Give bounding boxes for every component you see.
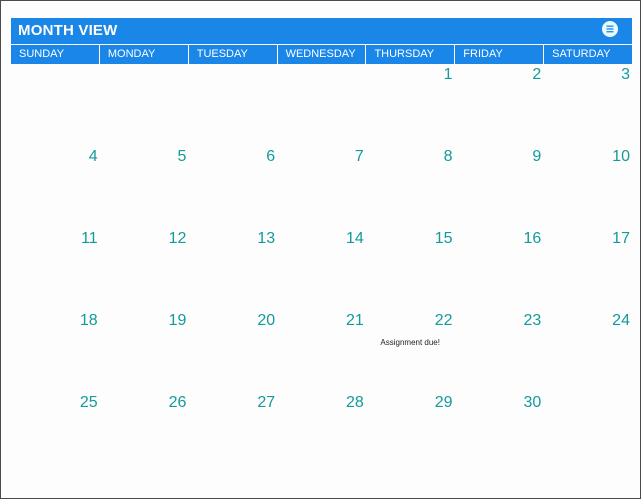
day-number: 10 [612, 148, 630, 165]
day-cell[interactable]: 16 [455, 228, 544, 310]
day-cell[interactable]: 25 [11, 392, 100, 474]
day-number: 25 [79, 394, 98, 411]
day-cell[interactable]: 17 [543, 228, 632, 310]
day-cell[interactable]: 20 [188, 310, 277, 392]
day-cell[interactable] [188, 64, 277, 146]
day-cell[interactable] [543, 392, 632, 474]
weekday-header: SUNDAY MONDAY TUESDAY WEDNESDAY THURSDAY… [11, 45, 632, 64]
day-number: 3 [621, 66, 630, 83]
day-number: 16 [523, 230, 542, 247]
day-number: 18 [79, 312, 98, 329]
day-number: 29 [434, 394, 453, 411]
day-number: 1 [443, 66, 453, 83]
weekday-saturday: SATURDAY [543, 45, 632, 64]
day-number: 24 [612, 312, 630, 329]
event-note: Assignment due! [380, 338, 440, 347]
day-cell[interactable]: 24 [543, 310, 632, 392]
day-cell[interactable]: 18 [11, 310, 100, 392]
day-cell[interactable]: 7 [277, 146, 366, 228]
day-cell[interactable]: 15 [366, 228, 455, 310]
day-cell[interactable]: 2 [455, 64, 544, 146]
day-number: 11 [81, 230, 98, 247]
day-cell[interactable]: 6 [188, 146, 277, 228]
day-cell[interactable]: 13 [188, 228, 277, 310]
day-number: 23 [523, 312, 542, 329]
day-number: 26 [168, 394, 187, 411]
day-cell[interactable]: 28 [277, 392, 366, 474]
day-cell[interactable]: 30 [455, 392, 544, 474]
weekday-tuesday: TUESDAY [187, 45, 277, 64]
menu-button[interactable] [602, 21, 618, 37]
day-number: 8 [443, 148, 453, 165]
weekday-wednesday: WEDNESDAY [276, 45, 366, 64]
day-cell[interactable] [11, 64, 100, 146]
day-cell[interactable]: 27 [188, 392, 277, 474]
day-cell[interactable]: 14 [277, 228, 366, 310]
day-number: 30 [523, 394, 542, 411]
weekday-friday: FRIDAY [454, 45, 543, 64]
day-number: 20 [257, 312, 276, 329]
day-cell[interactable]: 19 [100, 310, 189, 392]
day-cell[interactable] [100, 64, 189, 146]
title-bar: MONTH VIEW [11, 18, 632, 44]
day-number: 22 [434, 312, 453, 329]
day-cell[interactable]: 12 [100, 228, 189, 310]
day-number: 27 [257, 394, 276, 411]
day-cell[interactable]: 8 [366, 146, 455, 228]
day-number: 4 [88, 148, 98, 165]
day-number: 7 [354, 148, 364, 165]
day-cell[interactable]: 26 [100, 392, 189, 474]
page-title: MONTH VIEW [18, 22, 118, 39]
day-cell[interactable]: 29 [366, 392, 455, 474]
list-icon [606, 25, 614, 33]
day-number: 28 [346, 394, 364, 411]
day-cell[interactable]: 23 [455, 310, 544, 392]
day-cell[interactable]: 5 [100, 146, 189, 228]
day-cell[interactable] [277, 64, 366, 146]
day-number: 6 [266, 148, 276, 165]
day-number: 14 [346, 230, 364, 247]
calendar-sheet: MONTH VIEW SUNDAY MONDAY TUESDAY WEDNESD… [0, 0, 641, 499]
day-cell[interactable]: 1 [366, 64, 455, 146]
calendar-grid: 1 2 3 4 5 6 7 8 9 10 11 12 13 14 15 16 17 18 19 20 21 22 Assig… [11, 64, 632, 474]
day-cell[interactable]: 21 [277, 310, 366, 392]
weekday-monday: MONDAY [98, 45, 188, 64]
day-number: 21 [346, 312, 364, 329]
day-cell[interactable]: 11 [11, 228, 100, 310]
day-cell[interactable]: 3 [543, 64, 632, 146]
day-number: 17 [612, 230, 630, 247]
day-cell[interactable]: 22 Assignment due! [366, 310, 455, 392]
day-number: 12 [168, 230, 187, 247]
day-number: 13 [257, 230, 276, 247]
day-cell[interactable]: 4 [11, 146, 100, 228]
weekday-sunday: SUNDAY [19, 48, 65, 60]
day-number: 15 [434, 230, 453, 247]
day-number: 2 [532, 66, 542, 83]
day-number: 9 [532, 148, 542, 165]
day-cell[interactable]: 10 [543, 146, 632, 228]
weekday-thursday: THURSDAY [365, 45, 454, 64]
day-number: 19 [168, 312, 187, 329]
day-cell[interactable]: 9 [455, 146, 544, 228]
day-number: 5 [177, 148, 187, 165]
